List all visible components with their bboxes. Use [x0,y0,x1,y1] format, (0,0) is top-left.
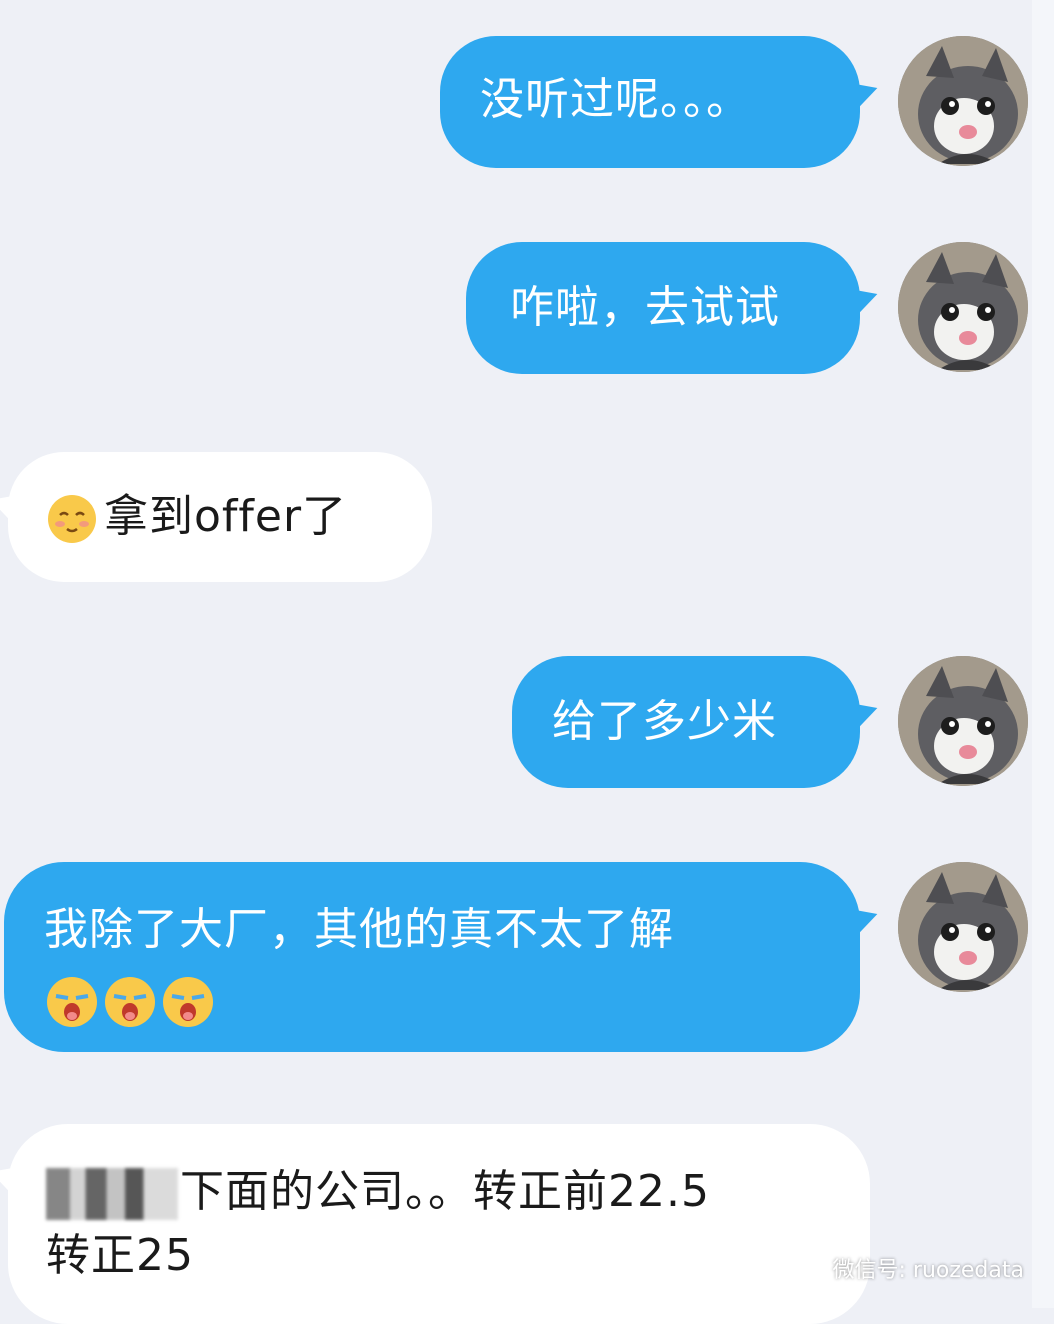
message-text: 没听过呢。。。 [480,74,751,125]
message-text: 我除了大厂，其他的真不太了解 [44,904,674,955]
outgoing-message-bubble[interactable]: 我除了大厂，其他的真不太了解 [4,862,860,1052]
crying-face-emoji-icon [160,974,213,1027]
redacted-text-blur [46,1168,178,1220]
outgoing-message-bubble[interactable]: 咋啦，去试试 [466,242,860,374]
emoji-row [44,966,860,1030]
message-text: 咋啦，去试试 [510,282,780,333]
crying-face-emoji-icon [44,974,97,1027]
avatar[interactable] [898,862,1028,992]
avatar[interactable] [898,36,1028,166]
crying-face-emoji-icon [102,974,155,1027]
incoming-message-bubble[interactable]: 下面的公司。。转正前22.5 转正25 [8,1124,870,1324]
chat-view: 没听过呢。。。 咋啦，去试试 拿到offer了 给了多少米 我除了大厂，其他的真… [0,0,1054,1324]
message-text: 拿到offer了 [104,491,348,542]
wechat-icon [793,1258,827,1284]
blushing-face-emoji-icon [46,493,98,545]
avatar[interactable] [898,656,1028,786]
cat-avatar-icon [898,242,1028,372]
watermark-text: 微信号: ruozedata [832,1258,1025,1283]
avatar[interactable] [898,242,1028,372]
cat-avatar-icon [898,656,1028,786]
outgoing-message-bubble[interactable]: 给了多少米 [512,656,860,788]
scroll-edge [1032,0,1054,1308]
cat-avatar-icon [898,862,1028,992]
message-text: 转正25 [46,1230,194,1281]
outgoing-message-bubble[interactable]: 没听过呢。。。 [440,36,860,168]
incoming-message-bubble[interactable]: 拿到offer了 [8,452,432,582]
message-text: 给了多少米 [552,696,777,747]
message-text: 下面的公司。。转正前22.5 [180,1166,710,1217]
cat-avatar-icon [898,36,1028,166]
watermark: 微信号: ruozedata [793,1252,1025,1284]
